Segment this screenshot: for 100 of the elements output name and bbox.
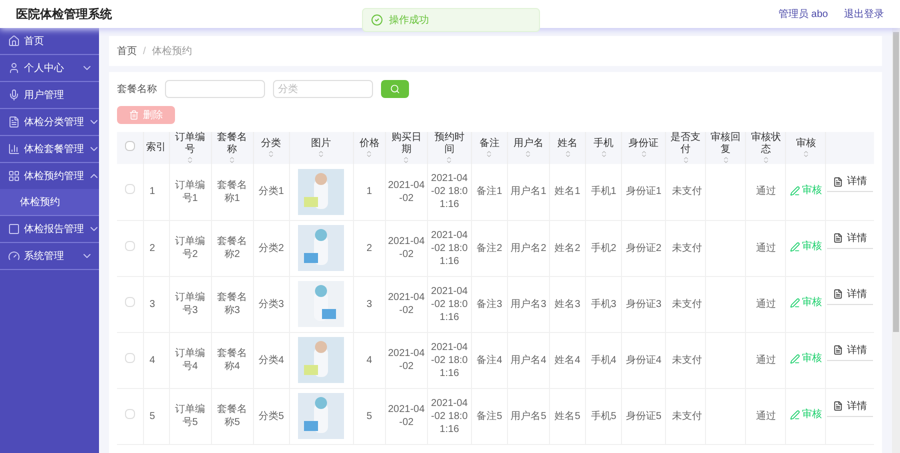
checkbox[interactable] bbox=[124, 352, 135, 362]
document-icon bbox=[833, 176, 844, 186]
checkbox[interactable] bbox=[124, 240, 135, 250]
table-cell: 2021-04-02 18:01:16 bbox=[431, 173, 468, 210]
table-cell: 订单编号2 bbox=[175, 236, 206, 260]
checkbox[interactable] bbox=[124, 140, 135, 150]
column-header[interactable]: 是否支付 bbox=[668, 132, 704, 156]
column-header[interactable]: 预约时间 bbox=[430, 132, 469, 156]
sidebar-item[interactable]: 首页 bbox=[0, 28, 99, 54]
table-cell: 备注5 bbox=[476, 410, 502, 422]
table-cell: 套餐名称2 bbox=[217, 236, 248, 260]
table-cell: 用户名3 bbox=[510, 298, 546, 310]
table-cell: 身份证3 bbox=[626, 298, 662, 310]
table-cell: 分类5 bbox=[258, 410, 284, 422]
grid-icon bbox=[8, 170, 20, 182]
table-cell: 未支付 bbox=[672, 186, 702, 198]
table-cell: 3 bbox=[366, 298, 372, 310]
table-cell: 套餐名称1 bbox=[217, 180, 248, 204]
table-cell: 未支付 bbox=[672, 410, 702, 422]
table-cell: 分类2 bbox=[258, 242, 284, 254]
submenu-item[interactable]: 体检预约 bbox=[0, 189, 99, 215]
breadcrumb-item[interactable]: 首页 bbox=[117, 44, 137, 58]
field-label: 套餐名称 bbox=[117, 82, 157, 96]
checkbox[interactable] bbox=[124, 296, 135, 306]
column-header[interactable]: 身份证 bbox=[624, 138, 664, 150]
breadcrumb-separator: / bbox=[143, 44, 146, 58]
table-cell: 手机4 bbox=[590, 354, 616, 366]
table-cell: 姓名4 bbox=[554, 354, 580, 366]
trash-icon bbox=[129, 110, 139, 120]
column-header[interactable]: 图片 bbox=[292, 138, 351, 150]
table-cell: 手机3 bbox=[590, 298, 616, 310]
column-header[interactable]: 姓名 bbox=[552, 138, 584, 150]
square-icon bbox=[8, 223, 20, 235]
table-cell: 备注3 bbox=[476, 298, 502, 310]
table-cell: 通过 bbox=[756, 242, 776, 254]
sidebar-item[interactable]: 系统管理 bbox=[0, 243, 99, 269]
table-cell: 手机5 bbox=[590, 410, 616, 422]
table-cell: 2 bbox=[150, 242, 156, 254]
column-header[interactable]: 手机 bbox=[588, 138, 620, 150]
table-cell: 身份证4 bbox=[626, 354, 662, 366]
sidebar-item[interactable]: 个人中心 bbox=[0, 55, 99, 81]
search-button[interactable] bbox=[381, 80, 409, 98]
column-header[interactable]: 审核回复 bbox=[708, 132, 744, 156]
search-icon bbox=[390, 84, 400, 94]
scrollbar-thumb[interactable] bbox=[893, 32, 899, 332]
sidebar-item[interactable]: 用户管理 bbox=[0, 82, 99, 108]
column-header[interactable]: 索引 bbox=[146, 142, 167, 154]
table-cell: 用户名4 bbox=[510, 354, 546, 366]
document-icon bbox=[8, 116, 20, 128]
column-header[interactable]: 价格 bbox=[356, 138, 383, 150]
details-button[interactable]: 详情 bbox=[827, 228, 874, 248]
search-field[interactable]: 分类 bbox=[273, 80, 373, 98]
table-cell: 1 bbox=[366, 186, 372, 198]
sidebar-item[interactable]: 体检报告管理 bbox=[0, 216, 99, 242]
table-cell: 3 bbox=[150, 298, 156, 310]
bar-chart-icon bbox=[8, 143, 20, 155]
table-cell: 2021-04-02 bbox=[388, 404, 425, 428]
details-button[interactable]: 详情 bbox=[827, 172, 874, 192]
table-cell: 2021-04-02 bbox=[388, 292, 425, 316]
table-cell: 分类1 bbox=[258, 186, 284, 198]
table-cell: 姓名5 bbox=[554, 410, 580, 422]
column-header[interactable]: 购买日期 bbox=[388, 132, 425, 156]
table-cell: 1 bbox=[150, 186, 156, 198]
table-cell: 备注2 bbox=[476, 242, 502, 254]
table-cell: 2021-04-02 bbox=[388, 180, 425, 204]
checkbox[interactable] bbox=[124, 184, 135, 194]
table-cell: 分类3 bbox=[258, 298, 284, 310]
search-field[interactable] bbox=[165, 80, 265, 98]
table-cell: 未支付 bbox=[672, 242, 702, 254]
sidebar-item[interactable]: 体检套餐管理 bbox=[0, 136, 99, 162]
table-cell: 5 bbox=[366, 410, 372, 422]
table-cell: 2021-04-02 bbox=[388, 348, 425, 372]
table-cell: 备注4 bbox=[476, 354, 502, 366]
photo-placeholder bbox=[298, 281, 344, 327]
table-cell: 通过 bbox=[756, 410, 776, 422]
details-button[interactable]: 详情 bbox=[827, 396, 874, 416]
column-header[interactable]: 审核状态 bbox=[748, 132, 784, 156]
column-header[interactable]: 订单编号 bbox=[172, 132, 209, 156]
details-button[interactable]: 详情 bbox=[827, 340, 874, 360]
column-header[interactable]: 用户名 bbox=[510, 138, 547, 150]
table-cell: 姓名3 bbox=[554, 298, 580, 310]
column-header[interactable]: 备注 bbox=[474, 138, 505, 150]
details-button[interactable]: 详情 bbox=[827, 284, 874, 304]
table-cell: 2021-04-02 18:01:16 bbox=[431, 286, 468, 322]
column-header[interactable]: 审核 bbox=[788, 138, 824, 150]
table-cell: 用户名5 bbox=[510, 410, 546, 422]
logout-link[interactable]: 退出登录 bbox=[844, 6, 884, 22]
sidebar-item[interactable]: 体检分类管理 bbox=[0, 109, 99, 135]
home-icon bbox=[8, 35, 20, 47]
checkbox[interactable] bbox=[124, 408, 135, 418]
column-header[interactable]: 分类 bbox=[256, 138, 287, 150]
sidebar-item[interactable]: 体检预约管理 bbox=[0, 163, 99, 189]
app-title: 医院体检管理系统 bbox=[16, 6, 112, 23]
table-cell: 套餐名称3 bbox=[217, 292, 248, 316]
edit-icon bbox=[790, 298, 800, 308]
toast-text: 操作成功 bbox=[389, 14, 429, 28]
table-cell: 分类4 bbox=[258, 354, 284, 366]
column-header[interactable]: 套餐名称 bbox=[214, 132, 251, 156]
photo-placeholder bbox=[298, 225, 344, 271]
table-cell: 4 bbox=[150, 354, 156, 366]
